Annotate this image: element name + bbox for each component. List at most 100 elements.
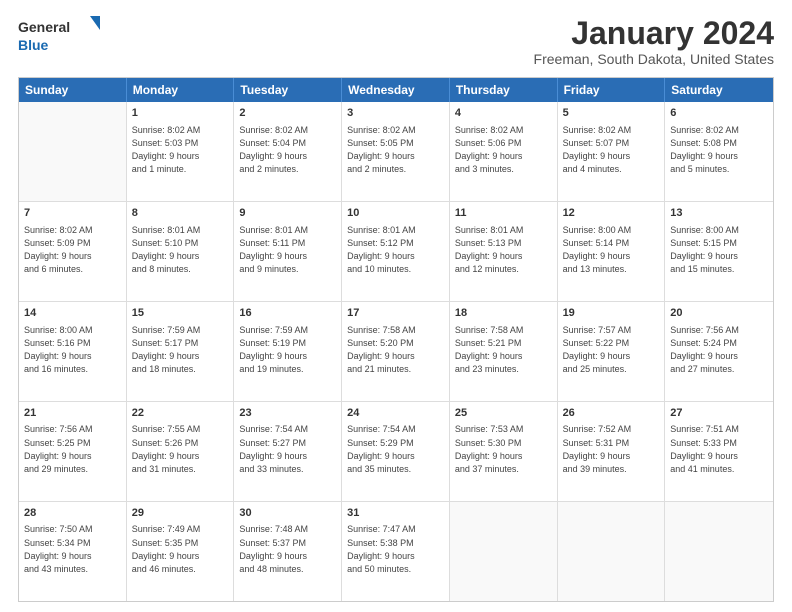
- cell-info: Sunrise: 7:48 AMSunset: 5:37 PMDaylight:…: [239, 524, 308, 574]
- day-number: 11: [455, 206, 552, 221]
- calendar-cell-0-1: 1 Sunrise: 8:02 AMSunset: 5:03 PMDayligh…: [127, 102, 235, 201]
- header-day-wednesday: Wednesday: [342, 78, 450, 102]
- day-number: 28: [24, 506, 121, 521]
- calendar-cell-4-0: 28 Sunrise: 7:50 AMSunset: 5:34 PMDaylig…: [19, 502, 127, 601]
- svg-text:Blue: Blue: [18, 37, 49, 53]
- calendar-cell-1-3: 10 Sunrise: 8:01 AMSunset: 5:12 PMDaylig…: [342, 202, 450, 301]
- header-day-friday: Friday: [558, 78, 666, 102]
- cell-info: Sunrise: 7:56 AMSunset: 5:24 PMDaylight:…: [670, 325, 739, 375]
- day-number: 25: [455, 406, 552, 421]
- cell-info: Sunrise: 7:58 AMSunset: 5:21 PMDaylight:…: [455, 325, 524, 375]
- day-number: 3: [347, 106, 444, 121]
- cell-info: Sunrise: 8:02 AMSunset: 5:08 PMDaylight:…: [670, 125, 739, 175]
- calendar-cell-0-6: 6 Sunrise: 8:02 AMSunset: 5:08 PMDayligh…: [665, 102, 773, 201]
- calendar-cell-1-4: 11 Sunrise: 8:01 AMSunset: 5:13 PMDaylig…: [450, 202, 558, 301]
- calendar-cell-3-3: 24 Sunrise: 7:54 AMSunset: 5:29 PMDaylig…: [342, 402, 450, 501]
- calendar-cell-2-4: 18 Sunrise: 7:58 AMSunset: 5:21 PMDaylig…: [450, 302, 558, 401]
- cell-info: Sunrise: 8:01 AMSunset: 5:13 PMDaylight:…: [455, 225, 524, 275]
- cell-info: Sunrise: 8:01 AMSunset: 5:12 PMDaylight:…: [347, 225, 416, 275]
- calendar-cell-2-2: 16 Sunrise: 7:59 AMSunset: 5:19 PMDaylig…: [234, 302, 342, 401]
- calendar-cell-0-3: 3 Sunrise: 8:02 AMSunset: 5:05 PMDayligh…: [342, 102, 450, 201]
- calendar-week-1: 1 Sunrise: 8:02 AMSunset: 5:03 PMDayligh…: [19, 102, 773, 202]
- cell-info: Sunrise: 8:02 AMSunset: 5:09 PMDaylight:…: [24, 225, 93, 275]
- logo-svg: General Blue: [18, 16, 108, 58]
- cell-info: Sunrise: 7:59 AMSunset: 5:17 PMDaylight:…: [132, 325, 201, 375]
- header: General Blue January 2024 Freeman, South…: [18, 16, 774, 67]
- cell-info: Sunrise: 8:02 AMSunset: 5:06 PMDaylight:…: [455, 125, 524, 175]
- calendar-cell-0-4: 4 Sunrise: 8:02 AMSunset: 5:06 PMDayligh…: [450, 102, 558, 201]
- calendar-cell-2-5: 19 Sunrise: 7:57 AMSunset: 5:22 PMDaylig…: [558, 302, 666, 401]
- day-number: 29: [132, 506, 229, 521]
- calendar-body: 1 Sunrise: 8:02 AMSunset: 5:03 PMDayligh…: [19, 102, 773, 601]
- calendar-week-4: 21 Sunrise: 7:56 AMSunset: 5:25 PMDaylig…: [19, 402, 773, 502]
- day-number: 13: [670, 206, 768, 221]
- calendar-cell-3-6: 27 Sunrise: 7:51 AMSunset: 5:33 PMDaylig…: [665, 402, 773, 501]
- cell-info: Sunrise: 7:50 AMSunset: 5:34 PMDaylight:…: [24, 524, 93, 574]
- calendar-cell-4-3: 31 Sunrise: 7:47 AMSunset: 5:38 PMDaylig…: [342, 502, 450, 601]
- cell-info: Sunrise: 7:59 AMSunset: 5:19 PMDaylight:…: [239, 325, 308, 375]
- cell-info: Sunrise: 7:51 AMSunset: 5:33 PMDaylight:…: [670, 424, 739, 474]
- month-title: January 2024: [534, 16, 774, 51]
- day-number: 14: [24, 306, 121, 321]
- calendar-cell-3-0: 21 Sunrise: 7:56 AMSunset: 5:25 PMDaylig…: [19, 402, 127, 501]
- calendar-cell-1-0: 7 Sunrise: 8:02 AMSunset: 5:09 PMDayligh…: [19, 202, 127, 301]
- cell-info: Sunrise: 7:56 AMSunset: 5:25 PMDaylight:…: [24, 424, 93, 474]
- header-day-monday: Monday: [127, 78, 235, 102]
- logo: General Blue: [18, 16, 108, 58]
- cell-info: Sunrise: 8:00 AMSunset: 5:14 PMDaylight:…: [563, 225, 632, 275]
- page: General Blue January 2024 Freeman, South…: [0, 0, 792, 612]
- cell-info: Sunrise: 8:02 AMSunset: 5:04 PMDaylight:…: [239, 125, 308, 175]
- day-number: 2: [239, 106, 336, 121]
- header-day-sunday: Sunday: [19, 78, 127, 102]
- cell-info: Sunrise: 7:52 AMSunset: 5:31 PMDaylight:…: [563, 424, 632, 474]
- day-number: 18: [455, 306, 552, 321]
- calendar-week-3: 14 Sunrise: 8:00 AMSunset: 5:16 PMDaylig…: [19, 302, 773, 402]
- calendar-cell-1-1: 8 Sunrise: 8:01 AMSunset: 5:10 PMDayligh…: [127, 202, 235, 301]
- cell-info: Sunrise: 8:02 AMSunset: 5:07 PMDaylight:…: [563, 125, 632, 175]
- day-number: 15: [132, 306, 229, 321]
- day-number: 26: [563, 406, 660, 421]
- calendar-cell-4-6: [665, 502, 773, 601]
- calendar-cell-2-3: 17 Sunrise: 7:58 AMSunset: 5:20 PMDaylig…: [342, 302, 450, 401]
- calendar-cell-0-2: 2 Sunrise: 8:02 AMSunset: 5:04 PMDayligh…: [234, 102, 342, 201]
- day-number: 12: [563, 206, 660, 221]
- calendar-cell-2-0: 14 Sunrise: 8:00 AMSunset: 5:16 PMDaylig…: [19, 302, 127, 401]
- cell-info: Sunrise: 7:55 AMSunset: 5:26 PMDaylight:…: [132, 424, 201, 474]
- day-number: 22: [132, 406, 229, 421]
- cell-info: Sunrise: 8:00 AMSunset: 5:16 PMDaylight:…: [24, 325, 93, 375]
- calendar-cell-1-2: 9 Sunrise: 8:01 AMSunset: 5:11 PMDayligh…: [234, 202, 342, 301]
- day-number: 10: [347, 206, 444, 221]
- calendar: SundayMondayTuesdayWednesdayThursdayFrid…: [18, 77, 774, 602]
- calendar-cell-3-4: 25 Sunrise: 7:53 AMSunset: 5:30 PMDaylig…: [450, 402, 558, 501]
- cell-info: Sunrise: 7:54 AMSunset: 5:29 PMDaylight:…: [347, 424, 416, 474]
- calendar-cell-4-1: 29 Sunrise: 7:49 AMSunset: 5:35 PMDaylig…: [127, 502, 235, 601]
- day-number: 30: [239, 506, 336, 521]
- calendar-cell-0-0: [19, 102, 127, 201]
- day-number: 4: [455, 106, 552, 121]
- calendar-cell-3-2: 23 Sunrise: 7:54 AMSunset: 5:27 PMDaylig…: [234, 402, 342, 501]
- cell-info: Sunrise: 7:57 AMSunset: 5:22 PMDaylight:…: [563, 325, 632, 375]
- header-day-tuesday: Tuesday: [234, 78, 342, 102]
- day-number: 16: [239, 306, 336, 321]
- svg-text:General: General: [18, 19, 70, 35]
- calendar-cell-3-1: 22 Sunrise: 7:55 AMSunset: 5:26 PMDaylig…: [127, 402, 235, 501]
- day-number: 9: [239, 206, 336, 221]
- calendar-header: SundayMondayTuesdayWednesdayThursdayFrid…: [19, 78, 773, 102]
- cell-info: Sunrise: 8:00 AMSunset: 5:15 PMDaylight:…: [670, 225, 739, 275]
- cell-info: Sunrise: 8:01 AMSunset: 5:11 PMDaylight:…: [239, 225, 308, 275]
- calendar-week-5: 28 Sunrise: 7:50 AMSunset: 5:34 PMDaylig…: [19, 502, 773, 601]
- cell-info: Sunrise: 7:53 AMSunset: 5:30 PMDaylight:…: [455, 424, 524, 474]
- calendar-cell-2-1: 15 Sunrise: 7:59 AMSunset: 5:17 PMDaylig…: [127, 302, 235, 401]
- cell-info: Sunrise: 8:01 AMSunset: 5:10 PMDaylight:…: [132, 225, 201, 275]
- calendar-cell-3-5: 26 Sunrise: 7:52 AMSunset: 5:31 PMDaylig…: [558, 402, 666, 501]
- day-number: 19: [563, 306, 660, 321]
- calendar-cell-0-5: 5 Sunrise: 8:02 AMSunset: 5:07 PMDayligh…: [558, 102, 666, 201]
- day-number: 31: [347, 506, 444, 521]
- day-number: 20: [670, 306, 768, 321]
- title-block: January 2024 Freeman, South Dakota, Unit…: [534, 16, 774, 67]
- calendar-cell-4-2: 30 Sunrise: 7:48 AMSunset: 5:37 PMDaylig…: [234, 502, 342, 601]
- cell-info: Sunrise: 7:47 AMSunset: 5:38 PMDaylight:…: [347, 524, 416, 574]
- header-day-saturday: Saturday: [665, 78, 773, 102]
- cell-info: Sunrise: 8:02 AMSunset: 5:05 PMDaylight:…: [347, 125, 416, 175]
- day-number: 7: [24, 206, 121, 221]
